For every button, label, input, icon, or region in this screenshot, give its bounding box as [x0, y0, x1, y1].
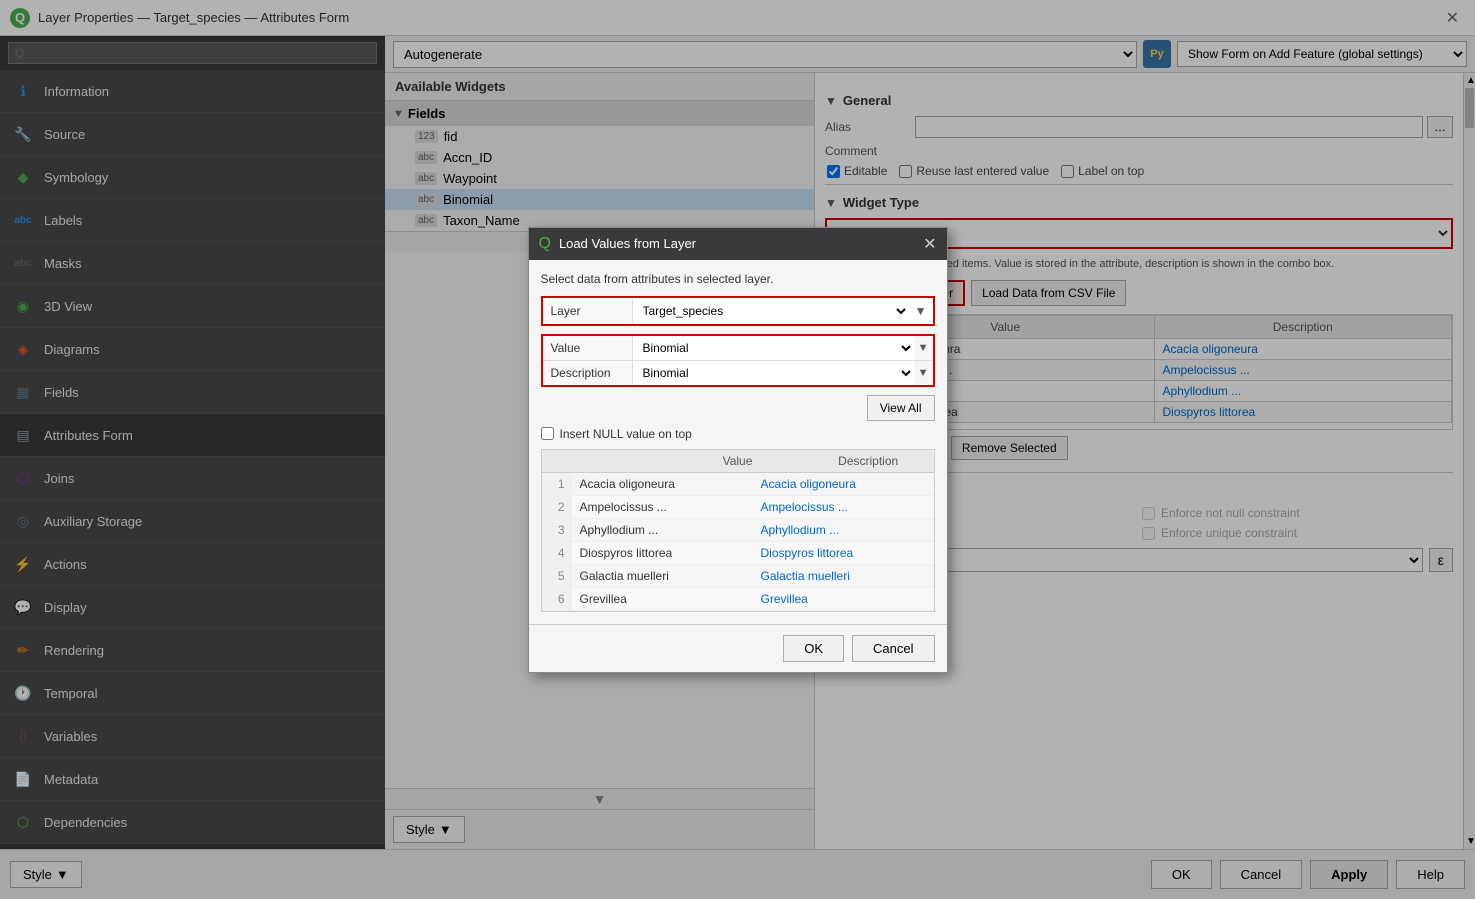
modal-qgis-icon: Q: [539, 235, 551, 253]
modal-row-description: Ampelocissus ...: [753, 496, 934, 518]
modal-table-row[interactable]: 4 Diospyros littorea Diospyros littorea: [542, 542, 934, 565]
desc-dropdown-arrow: ▼: [914, 365, 933, 381]
modal-num-col-header: [542, 450, 673, 472]
modal-layer-row: Layer Target_species ▼: [541, 296, 935, 326]
modal-desc-label: Description: [543, 361, 633, 385]
modal-row-description: Diospyros littorea: [753, 542, 934, 564]
modal-table-row[interactable]: 6 Grevillea Grevillea: [542, 588, 934, 611]
modal-row-description: Galactia muelleri: [753, 565, 934, 587]
modal-row-description: Grevillea: [753, 588, 934, 610]
modal-description-select[interactable]: Binomial Accn_ID Waypoint Taxon_Name fid: [633, 361, 914, 385]
modal-row-value: Acacia oligoneura: [572, 473, 753, 495]
view-all-button[interactable]: View All: [867, 395, 935, 421]
modal-table-row[interactable]: 5 Galactia muelleri Galactia muelleri: [542, 565, 934, 588]
modal-title-text: Load Values from Layer: [559, 236, 915, 251]
view-all-row: View All: [541, 395, 935, 421]
modal-table-rows: 1 Acacia oligoneura Acacia oligoneura 2 …: [541, 472, 935, 612]
modal-body: Select data from attributes in selected …: [529, 260, 947, 624]
modal-row-num: 2: [542, 496, 572, 518]
modal-value-label: Value: [543, 336, 633, 360]
modal-desc-row: Description Binomial Accn_ID Waypoint Ta…: [543, 361, 933, 385]
insert-null-checkbox[interactable]: [541, 427, 554, 440]
modal-desc-col-header: Description: [803, 450, 934, 472]
insert-null-label: Insert NULL value on top: [560, 427, 692, 441]
modal-value-select[interactable]: Binomial Accn_ID Waypoint Taxon_Name fid: [633, 336, 914, 360]
modal-cancel-button[interactable]: Cancel: [852, 635, 934, 662]
modal-row-value: Ampelocissus ...: [572, 496, 753, 518]
modal-row-value: Diospyros littorea: [572, 542, 753, 564]
modal-row-value: Aphyllodium ...: [572, 519, 753, 541]
modal-value-row: Value Binomial Accn_ID Waypoint Taxon_Na…: [543, 336, 933, 361]
load-values-modal: Q Load Values from Layer ✕ Select data f…: [528, 227, 948, 673]
value-dropdown-arrow: ▼: [914, 340, 933, 356]
layer-dropdown-arrow: ▼: [909, 302, 933, 320]
modal-value-col-header: Value: [672, 450, 803, 472]
modal-row-value: Grevillea: [572, 588, 753, 610]
modal-table-row[interactable]: 1 Acacia oligoneura Acacia oligoneura: [542, 473, 934, 496]
modal-layer-select[interactable]: Target_species: [633, 298, 909, 324]
modal-overlay: Q Load Values from Layer ✕ Select data f…: [0, 0, 1475, 899]
modal-row-num: 5: [542, 565, 572, 587]
modal-footer: OK Cancel: [529, 624, 947, 672]
modal-table-row[interactable]: 2 Ampelocissus ... Ampelocissus ...: [542, 496, 934, 519]
modal-insert-null-row: Insert NULL value on top: [541, 427, 935, 441]
modal-row-value: Galactia muelleri: [572, 565, 753, 587]
modal-close-button[interactable]: ✕: [923, 234, 936, 254]
value-desc-group: Value Binomial Accn_ID Waypoint Taxon_Na…: [541, 334, 935, 387]
modal-ok-button[interactable]: OK: [783, 635, 844, 662]
modal-row-description: Acacia oligoneura: [753, 473, 934, 495]
modal-row-num: 3: [542, 519, 572, 541]
modal-layer-label: Layer: [543, 299, 633, 323]
modal-row-num: 4: [542, 542, 572, 564]
modal-description: Select data from attributes in selected …: [541, 272, 935, 286]
modal-table-row[interactable]: 3 Aphyllodium ... Aphyllodium ...: [542, 519, 934, 542]
modal-table-header: Value Description: [541, 449, 935, 472]
modal-row-num: 6: [542, 588, 572, 610]
modal-row-description: Aphyllodium ...: [753, 519, 934, 541]
modal-title-bar: Q Load Values from Layer ✕: [529, 228, 947, 260]
modal-row-num: 1: [542, 473, 572, 495]
